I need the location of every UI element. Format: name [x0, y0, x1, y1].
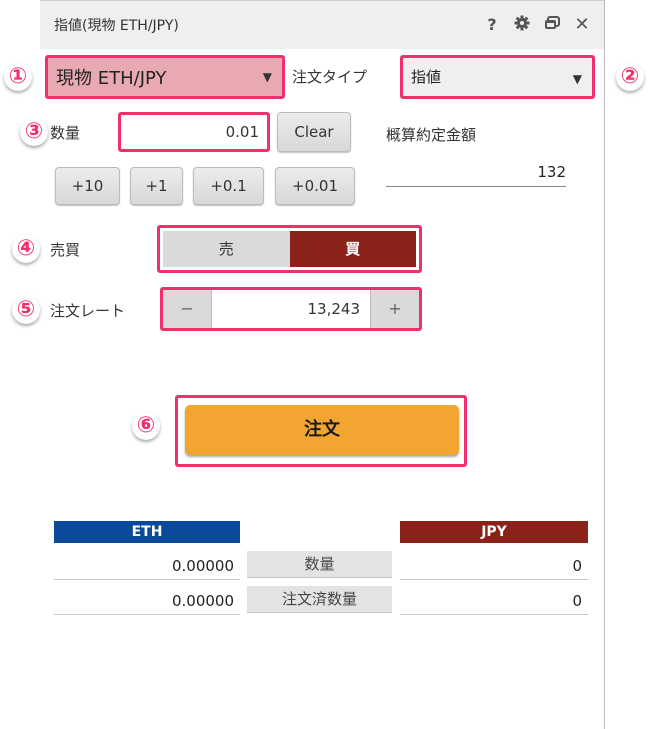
buy-button[interactable]: 買 [289, 231, 416, 267]
eth-header: ETH [54, 521, 240, 543]
order-type-value: 指値 [411, 68, 442, 86]
side-label: 売買 [50, 241, 81, 259]
annotation-3: ③ [20, 118, 48, 146]
side-toggle: 売 買 [157, 225, 422, 273]
annotation-4: ④ [12, 235, 40, 263]
estimate-value: 132 [386, 160, 566, 187]
increment-1-button[interactable]: +1 [130, 167, 183, 205]
increment-0-1-button[interactable]: +0.1 [193, 167, 264, 205]
rate-decrement-button[interactable]: − [163, 290, 212, 328]
sell-button[interactable]: 売 [163, 231, 290, 267]
order-button[interactable]: 注文 [185, 405, 459, 455]
order-type-select[interactable]: 指値 ▼ [400, 55, 595, 99]
order-type-label: 注文タイプ [292, 68, 368, 86]
ordered-quantity-row-label: 注文済数量 [247, 586, 392, 613]
jpy-ordered-quantity: 0 [400, 588, 588, 615]
gear-icon[interactable] [514, 15, 530, 35]
annotation-5: ⑤ [12, 296, 40, 324]
chevron-down-icon: ▼ [262, 70, 272, 84]
help-icon[interactable]: ? [484, 16, 500, 34]
rate-stepper: − 13,243 + [160, 287, 422, 331]
rate-increment-button[interactable]: + [370, 290, 419, 328]
chevron-down-icon: ▼ [572, 72, 582, 86]
quantity-label: 数量 [50, 124, 81, 142]
increment-0-01-button[interactable]: +0.01 [275, 167, 355, 205]
title-bar: 指値(現物 ETH/JPY) ? ✕ [40, 0, 604, 49]
eth-quantity: 0.00000 [54, 553, 240, 580]
jpy-header: JPY [400, 521, 588, 543]
restore-window-icon[interactable] [544, 16, 560, 34]
eth-ordered-quantity: 0.00000 [54, 588, 240, 615]
annotation-1: ① [4, 63, 32, 91]
quantity-input[interactable]: 0.01 [118, 112, 270, 152]
jpy-quantity: 0 [400, 553, 588, 580]
order-window: 指値(現物 ETH/JPY) ? ✕ [40, 0, 605, 729]
rate-input[interactable]: 13,243 [212, 290, 370, 328]
symbol-select-value: 現物 ETH/JPY [56, 68, 167, 89]
window-title: 指値(現物 ETH/JPY) [54, 18, 179, 34]
rate-label: 注文レート [50, 302, 126, 320]
clear-button[interactable]: Clear [277, 112, 351, 152]
close-icon[interactable]: ✕ [574, 16, 590, 34]
increment-10-button[interactable]: +10 [55, 167, 120, 205]
symbol-select[interactable]: 現物 ETH/JPY ▼ [45, 55, 285, 99]
estimate-label: 概算約定金額 [386, 126, 477, 144]
quantity-row-label: 数量 [247, 551, 392, 578]
annotation-6: ⑥ [132, 412, 160, 440]
annotation-2: ② [616, 63, 644, 91]
